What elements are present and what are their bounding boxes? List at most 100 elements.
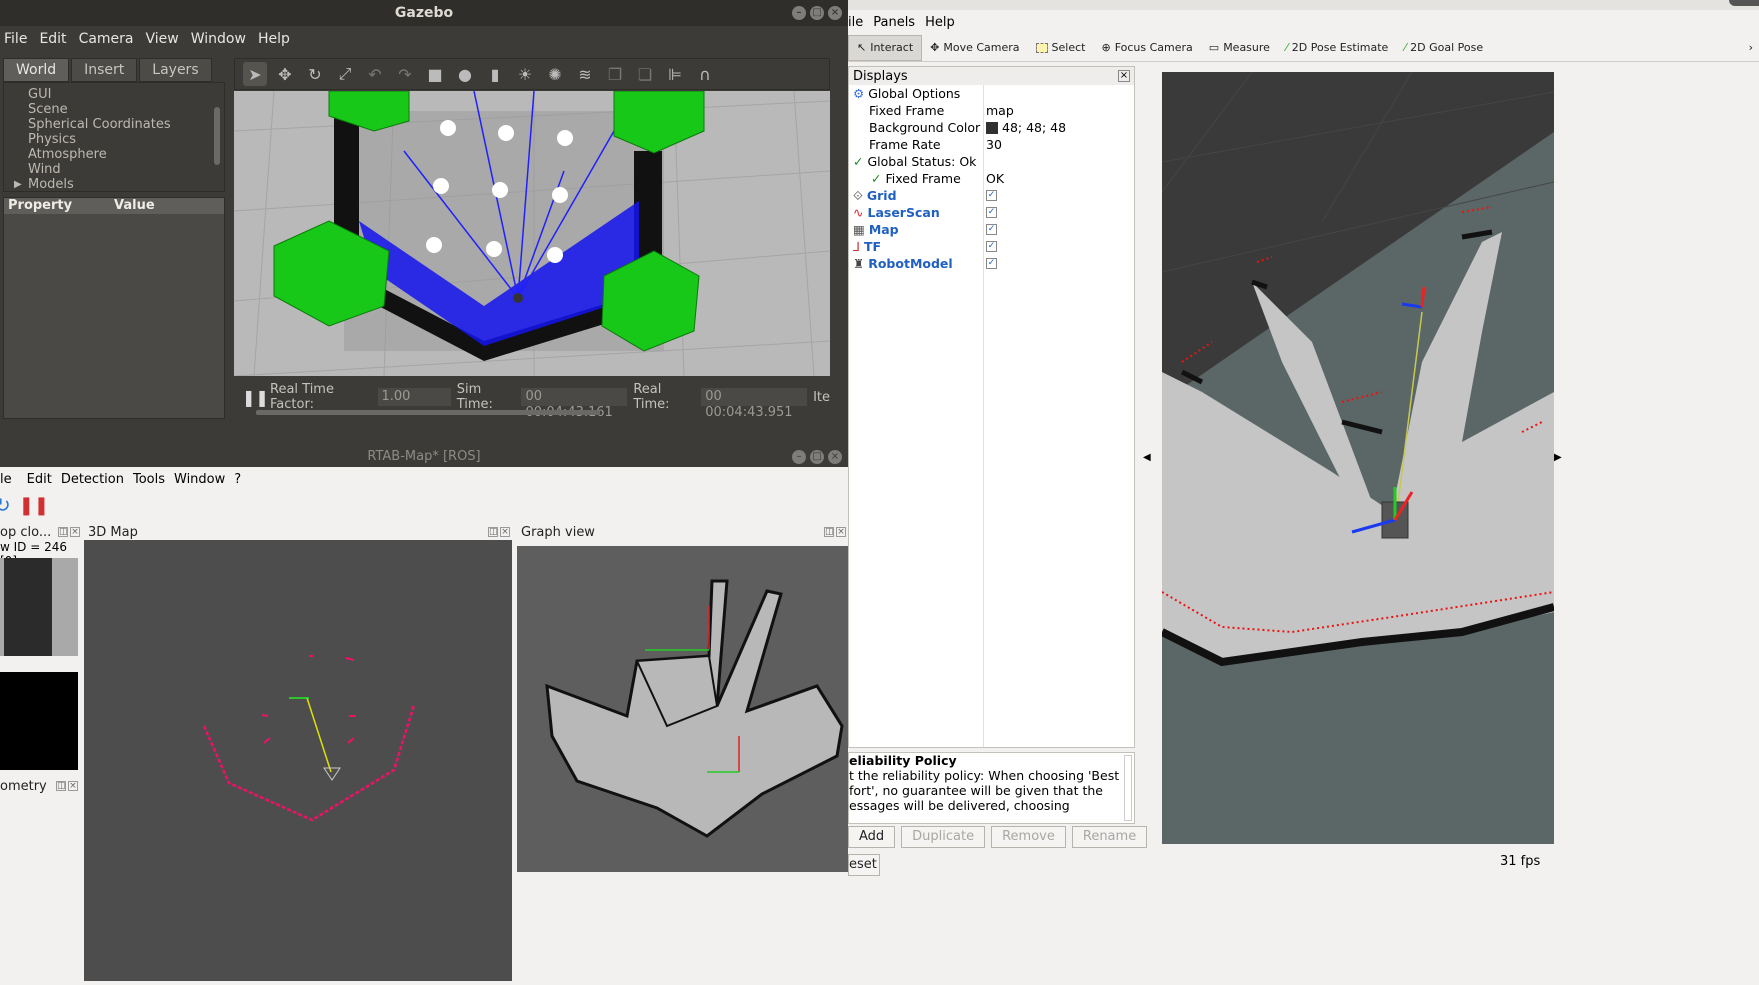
pause-button[interactable]: ❚❚ (242, 388, 269, 407)
snap-icon[interactable]: ∩ (693, 62, 717, 86)
copy-icon[interactable]: ❐ (603, 62, 627, 86)
background-color-value[interactable]: 48; 48; 48 (1002, 120, 1066, 135)
menu-edit[interactable]: Edit (35, 31, 74, 47)
redo-icon[interactable]: ↷ (393, 62, 417, 86)
row-grid[interactable]: ⟐ Grid ✓ (849, 187, 1134, 204)
gazebo-3d-scene[interactable] (234, 91, 830, 376)
paste-icon[interactable]: ❏ (633, 62, 657, 86)
tree-scrollbar[interactable] (214, 107, 220, 165)
tool-focus-camera[interactable]: ⊕ Focus Camera (1093, 35, 1200, 61)
color-swatch[interactable] (986, 121, 998, 134)
rt-menu-detection[interactable]: Detection (61, 472, 133, 487)
tool-2d-goal-pose[interactable]: ⁄ 2D Goal Pose (1396, 35, 1491, 61)
map3d-view[interactable] (84, 540, 512, 981)
dock-close-button[interactable]: × (70, 527, 80, 537)
robotmodel-checkbox[interactable]: ✓ (986, 258, 997, 269)
rv-menu-panels[interactable]: Panels (873, 15, 915, 30)
row-map[interactable]: ▦ Map ✓ (849, 221, 1134, 238)
point-light-icon[interactable]: ☀ (513, 62, 537, 86)
rt-menu-window[interactable]: Window (174, 472, 234, 487)
align-icon[interactable]: ⊫ (663, 62, 687, 86)
collapse-right-icon[interactable]: ▶ (1554, 452, 1562, 463)
odom-close-button[interactable]: × (68, 781, 78, 791)
tab-layers[interactable]: Layers (139, 58, 212, 82)
displays-close-button[interactable]: × (1118, 70, 1130, 82)
add-button[interactable]: Add (848, 826, 896, 848)
laserscan-checkbox[interactable]: ✓ (986, 207, 997, 218)
refresh-icon[interactable]: ↻ (0, 493, 11, 517)
rv-menu-help[interactable]: Help (925, 15, 955, 30)
remove-button[interactable]: Remove (991, 826, 1066, 848)
graph-view-canvas[interactable] (517, 546, 848, 872)
row-global-options[interactable]: ⚙ Global Options (849, 85, 1134, 102)
rv-menu-file[interactable]: ile (848, 15, 863, 30)
menu-view[interactable]: View (142, 31, 187, 47)
rviz-close-button[interactable] (1729, 0, 1759, 6)
graph-float-button[interactable]: ◫ (824, 527, 834, 537)
tree-item-gui[interactable]: GUI (28, 87, 224, 102)
undo-icon[interactable]: ↶ (363, 62, 387, 86)
tree-item-physics[interactable]: Physics (28, 132, 224, 147)
collapse-left-icon[interactable]: ◀ (1143, 452, 1151, 463)
map-checkbox[interactable]: ✓ (986, 224, 997, 235)
tool-select[interactable]: Select (1028, 35, 1094, 61)
rviz-3d-view[interactable] (1162, 72, 1554, 844)
tree-item-models[interactable]: Models (28, 177, 74, 192)
row-robotmodel[interactable]: ♜ RobotModel ✓ (849, 255, 1134, 272)
maximize-button[interactable]: □ (810, 6, 824, 20)
duplicate-button[interactable]: Duplicate (901, 826, 986, 848)
tree-item-wind[interactable]: Wind (28, 162, 224, 177)
menu-file[interactable]: File (0, 31, 35, 47)
rtab-minimize-button[interactable]: – (792, 450, 806, 464)
minimize-button[interactable]: – (792, 6, 806, 20)
fixed-frame-value[interactable]: map (986, 103, 1014, 118)
pause-icon[interactable]: ❚❚ (19, 495, 49, 516)
menu-help[interactable]: Help (254, 31, 298, 47)
description-scrollbar[interactable] (1124, 755, 1132, 821)
tree-item-atmosphere[interactable]: Atmosphere (28, 147, 224, 162)
rename-button[interactable]: Rename (1071, 826, 1148, 848)
rtab-close-button[interactable]: × (828, 450, 842, 464)
sphere-shape-icon[interactable]: ● (453, 62, 477, 86)
row-laserscan[interactable]: ∿ LaserScan ✓ (849, 204, 1134, 221)
map3d-float-button[interactable]: ◫ (488, 527, 498, 537)
expand-arrow-icon[interactable]: ▶ (14, 177, 22, 192)
tf-checkbox[interactable]: ✓ (986, 241, 997, 252)
row-global-status[interactable]: ✓ Global Status: Ok (849, 153, 1134, 170)
spot-light-icon[interactable]: ✺ (543, 62, 567, 86)
tool-move-camera[interactable]: ✥ Move Camera (922, 35, 1027, 61)
tool-measure[interactable]: ▭ Measure (1201, 35, 1278, 61)
tab-world[interactable]: World (3, 58, 70, 82)
row-frame-rate[interactable]: Frame Rate 30 (849, 136, 1134, 153)
translate-mode-icon[interactable]: ✥ (273, 62, 297, 86)
tree-item-models-row[interactable]: ▶ Models (14, 177, 224, 192)
frame-rate-value[interactable]: 30 (986, 137, 1002, 152)
box-shape-icon[interactable]: ■ (423, 62, 447, 86)
rt-menu-edit[interactable]: Edit (21, 472, 61, 487)
directional-light-icon[interactable]: ≋ (573, 62, 597, 86)
tool-2d-pose-estimate[interactable]: ⁄ 2D Pose Estimate (1278, 35, 1396, 61)
rt-menu-file[interactable]: le (0, 472, 21, 487)
row-fixed-frame[interactable]: Fixed Frame map (849, 102, 1134, 119)
row-background-color[interactable]: Background Color 48; 48; 48 (849, 119, 1134, 136)
scale-mode-icon[interactable]: ⤢ (333, 62, 357, 86)
reset-button[interactable]: eset (848, 854, 880, 876)
tree-item-scene[interactable]: Scene (28, 102, 224, 117)
tab-insert[interactable]: Insert (71, 58, 138, 82)
menu-window[interactable]: Window (187, 31, 254, 47)
rt-menu-tools[interactable]: Tools (133, 472, 174, 487)
rt-menu-help[interactable]: ? (234, 472, 250, 487)
tree-item-spherical[interactable]: Spherical Coordinates (28, 117, 224, 132)
rtab-maximize-button[interactable]: □ (810, 450, 824, 464)
dock-float-button[interactable]: ◫ (58, 527, 68, 537)
toolbar-more-icon[interactable]: › (1749, 41, 1753, 54)
rotate-mode-icon[interactable]: ↻ (303, 62, 327, 86)
row-tf[interactable]: ⅃ TF ✓ (849, 238, 1134, 255)
odom-float-button[interactable]: ◫ (56, 781, 66, 791)
row-status-fixed-frame[interactable]: ✓ Fixed Frame OK (849, 170, 1134, 187)
select-mode-icon[interactable]: ➤ (243, 62, 267, 86)
map3d-close-button[interactable]: × (500, 527, 510, 537)
gazebo-hscrollbar[interactable] (256, 410, 600, 415)
tool-interact[interactable]: ↖ Interact (848, 34, 923, 61)
menu-camera[interactable]: Camera (75, 31, 142, 47)
